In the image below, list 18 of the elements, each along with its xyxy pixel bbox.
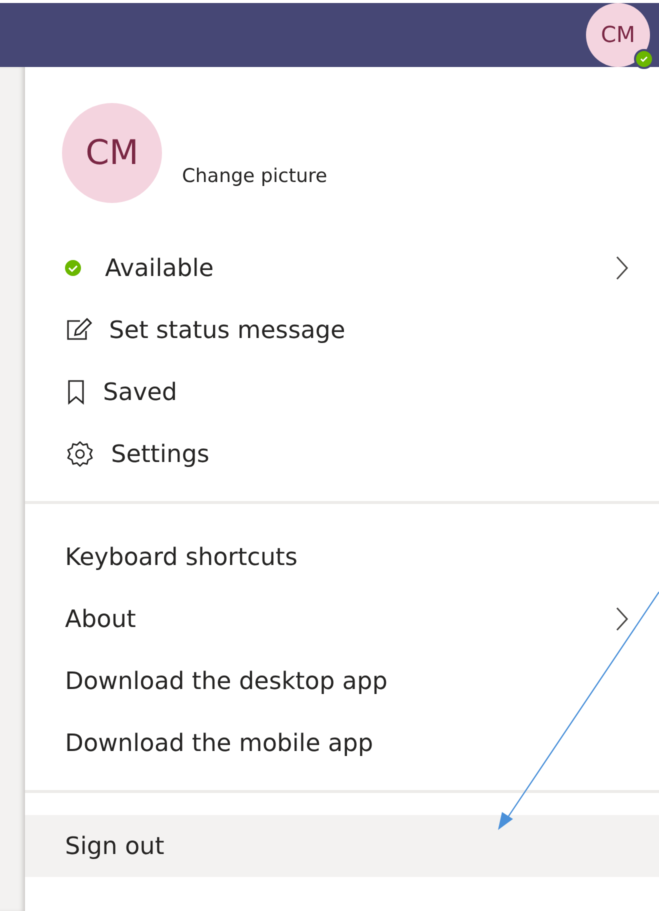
menu-item[interactable]: Set status message	[25, 299, 659, 361]
avatar-initials: CM	[600, 22, 636, 48]
chevron-right-icon	[615, 255, 629, 281]
menu-item[interactable]: Keyboard shortcuts	[25, 526, 659, 588]
menu-item[interactable]: About	[25, 588, 659, 650]
edit-icon	[65, 317, 93, 343]
menu-item[interactable]: Available	[25, 237, 659, 299]
menu-item[interactable]: Settings	[25, 423, 659, 485]
menu-item[interactable]: Download the mobile app	[25, 712, 659, 774]
menu-item[interactable]: Download the desktop app	[25, 650, 659, 712]
settings-icon	[65, 439, 95, 469]
menu-item[interactable]: Sign out	[25, 815, 659, 877]
avatar-initials: CM	[85, 133, 139, 173]
chevron-right-icon	[615, 606, 629, 632]
available-status-icon	[63, 258, 83, 278]
change-picture-link[interactable]: Change picture	[182, 165, 328, 187]
menu-item[interactable]: Saved	[25, 361, 659, 423]
bookmark-icon	[65, 379, 87, 405]
